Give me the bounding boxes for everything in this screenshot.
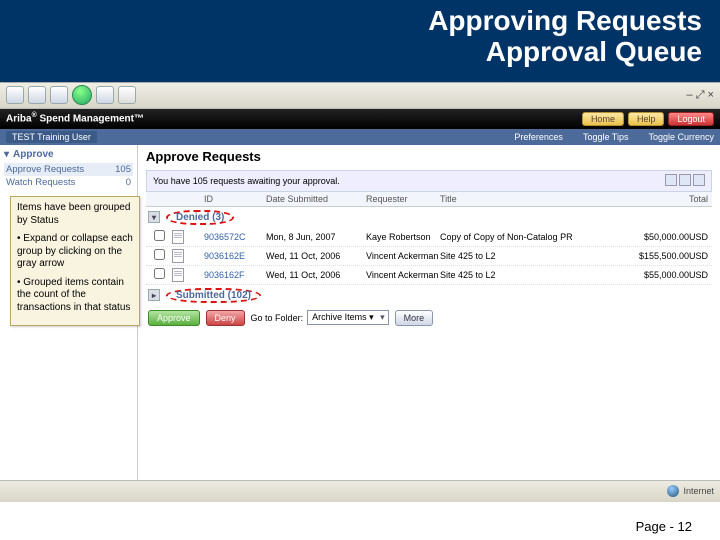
product-bar: Ariba® Spend Management™ Home Help Logou… — [0, 109, 720, 129]
refresh-icon[interactable] — [72, 85, 92, 105]
row-checkbox[interactable] — [154, 249, 165, 260]
product-suffix: Spend Management™ — [40, 114, 144, 125]
nav-toggle-currency[interactable]: Toggle Currency — [648, 132, 714, 142]
sidebar-item-label: Watch Requests — [6, 177, 75, 188]
deny-button[interactable]: Deny — [206, 310, 245, 326]
browser-toolbar: – ⤢ × — [0, 83, 720, 109]
cell-total: $55,000.00USD — [614, 270, 712, 280]
cell-id[interactable]: 9036162F — [204, 270, 266, 280]
page-number: Page - 12 — [636, 519, 692, 534]
main-panel: Approve Requests You have 105 requests a… — [138, 145, 720, 480]
cell-total: $155,500.00USD — [614, 251, 712, 261]
print-icon[interactable] — [118, 86, 136, 104]
back-icon[interactable] — [6, 86, 24, 104]
cell-title: Site 425 to L2 — [440, 270, 614, 280]
home-icon[interactable] — [96, 86, 114, 104]
table-row[interactable]: 9036162E Wed, 11 Oct, 2006 Vincent Acker… — [146, 247, 712, 266]
document-icon — [172, 230, 184, 244]
cell-requester: Vincent Ackerman — [366, 251, 440, 261]
sidebar-item-label: Approve Requests — [6, 164, 84, 175]
home-button[interactable]: Home — [582, 112, 624, 126]
cell-date: Mon, 8 Jun, 2007 — [266, 232, 366, 242]
cell-title: Site 425 to L2 — [440, 251, 614, 261]
col-id[interactable]: ID — [204, 194, 266, 204]
action-bar: Approve Deny Go to Folder: Archive Items… — [146, 306, 712, 330]
stop-icon[interactable] — [50, 86, 68, 104]
group-header-submitted[interactable]: ▸ Submitted (102) — [146, 285, 712, 306]
row-checkbox[interactable] — [154, 268, 165, 279]
toolbar-icons[interactable] — [663, 174, 705, 188]
approve-button[interactable]: Approve — [148, 310, 200, 326]
col-title[interactable]: Title — [440, 194, 614, 204]
cell-title: Copy of Copy of Non-Catalog PR — [440, 232, 614, 242]
title-line-1: Approving Requests — [428, 5, 702, 36]
group-label: Submitted (102) — [166, 288, 261, 303]
cell-id[interactable]: 9036162E — [204, 251, 266, 261]
cell-id[interactable]: 9036572C — [204, 232, 266, 242]
chevron-right-icon[interactable]: ▸ — [148, 289, 160, 301]
table-header: ID Date Submitted Requester Title Total — [146, 192, 712, 207]
cell-requester: Vincent Ackerman — [366, 270, 440, 280]
callout-p3: • Grouped items contain the count of the… — [17, 277, 133, 315]
sidebar-item-count: 0 — [126, 177, 131, 188]
table-row[interactable]: 9036572C Mon, 8 Jun, 2007 Kaye Robertson… — [146, 228, 712, 247]
title-line-2: Approval Queue — [486, 36, 702, 67]
slide-header: Approving Requests Approval Queue — [0, 0, 720, 82]
forward-icon[interactable] — [28, 86, 46, 104]
sidebar-item-watch-requests[interactable]: Watch Requests 0 — [4, 176, 133, 189]
group-label: Denied (3) — [166, 210, 234, 225]
cell-total: $50,000.00USD — [614, 232, 712, 242]
document-icon — [172, 249, 184, 263]
row-checkbox[interactable] — [154, 230, 165, 241]
chevron-down-icon[interactable]: ▾ — [148, 211, 160, 223]
awaiting-bar: You have 105 requests awaiting your appr… — [146, 170, 712, 192]
page-title: Approve Requests — [146, 149, 712, 164]
goto-folder-select[interactable]: Archive Items ▾ — [307, 310, 389, 325]
sidebar-heading[interactable]: Approve — [4, 149, 133, 160]
group-header-denied[interactable]: ▾ Denied (3) — [146, 207, 712, 228]
goto-folder-label: Go to Folder: — [251, 313, 304, 323]
cell-requester: Kaye Robertson — [366, 232, 440, 242]
annotation-callout: Items have been grouped by Status • Expa… — [10, 196, 140, 326]
status-zone: Internet — [683, 486, 714, 496]
nav-bar: TEST Training User Preferences Toggle Ti… — [0, 129, 720, 145]
globe-icon — [667, 485, 679, 497]
sidebar-item-count: 105 — [115, 164, 131, 175]
document-icon — [172, 268, 184, 282]
nav-preferences[interactable]: Preferences — [514, 132, 563, 142]
cell-date: Wed, 11 Oct, 2006 — [266, 270, 366, 280]
logout-button[interactable]: Logout — [668, 112, 714, 126]
browser-status-bar: Internet — [0, 480, 720, 502]
nav-user: TEST Training User — [6, 131, 97, 143]
col-date[interactable]: Date Submitted — [266, 194, 366, 204]
help-button[interactable]: Help — [628, 112, 665, 126]
nav-toggle-tips[interactable]: Toggle Tips — [583, 132, 629, 142]
callout-p2: • Expand or collapse each group by click… — [17, 233, 133, 271]
col-requester[interactable]: Requester — [366, 194, 440, 204]
more-button[interactable]: More — [395, 310, 434, 326]
col-total[interactable]: Total — [614, 194, 712, 204]
table-row[interactable]: 9036162F Wed, 11 Oct, 2006 Vincent Acker… — [146, 266, 712, 285]
product-name: Ariba — [6, 114, 32, 125]
callout-p1: Items have been grouped by Status — [17, 202, 133, 227]
sidebar-item-approve-requests[interactable]: Approve Requests 105 — [4, 163, 133, 176]
cell-date: Wed, 11 Oct, 2006 — [266, 251, 366, 261]
awaiting-text: You have 105 requests awaiting your appr… — [153, 176, 340, 186]
window-controls[interactable]: – ⤢ × — [687, 89, 714, 102]
